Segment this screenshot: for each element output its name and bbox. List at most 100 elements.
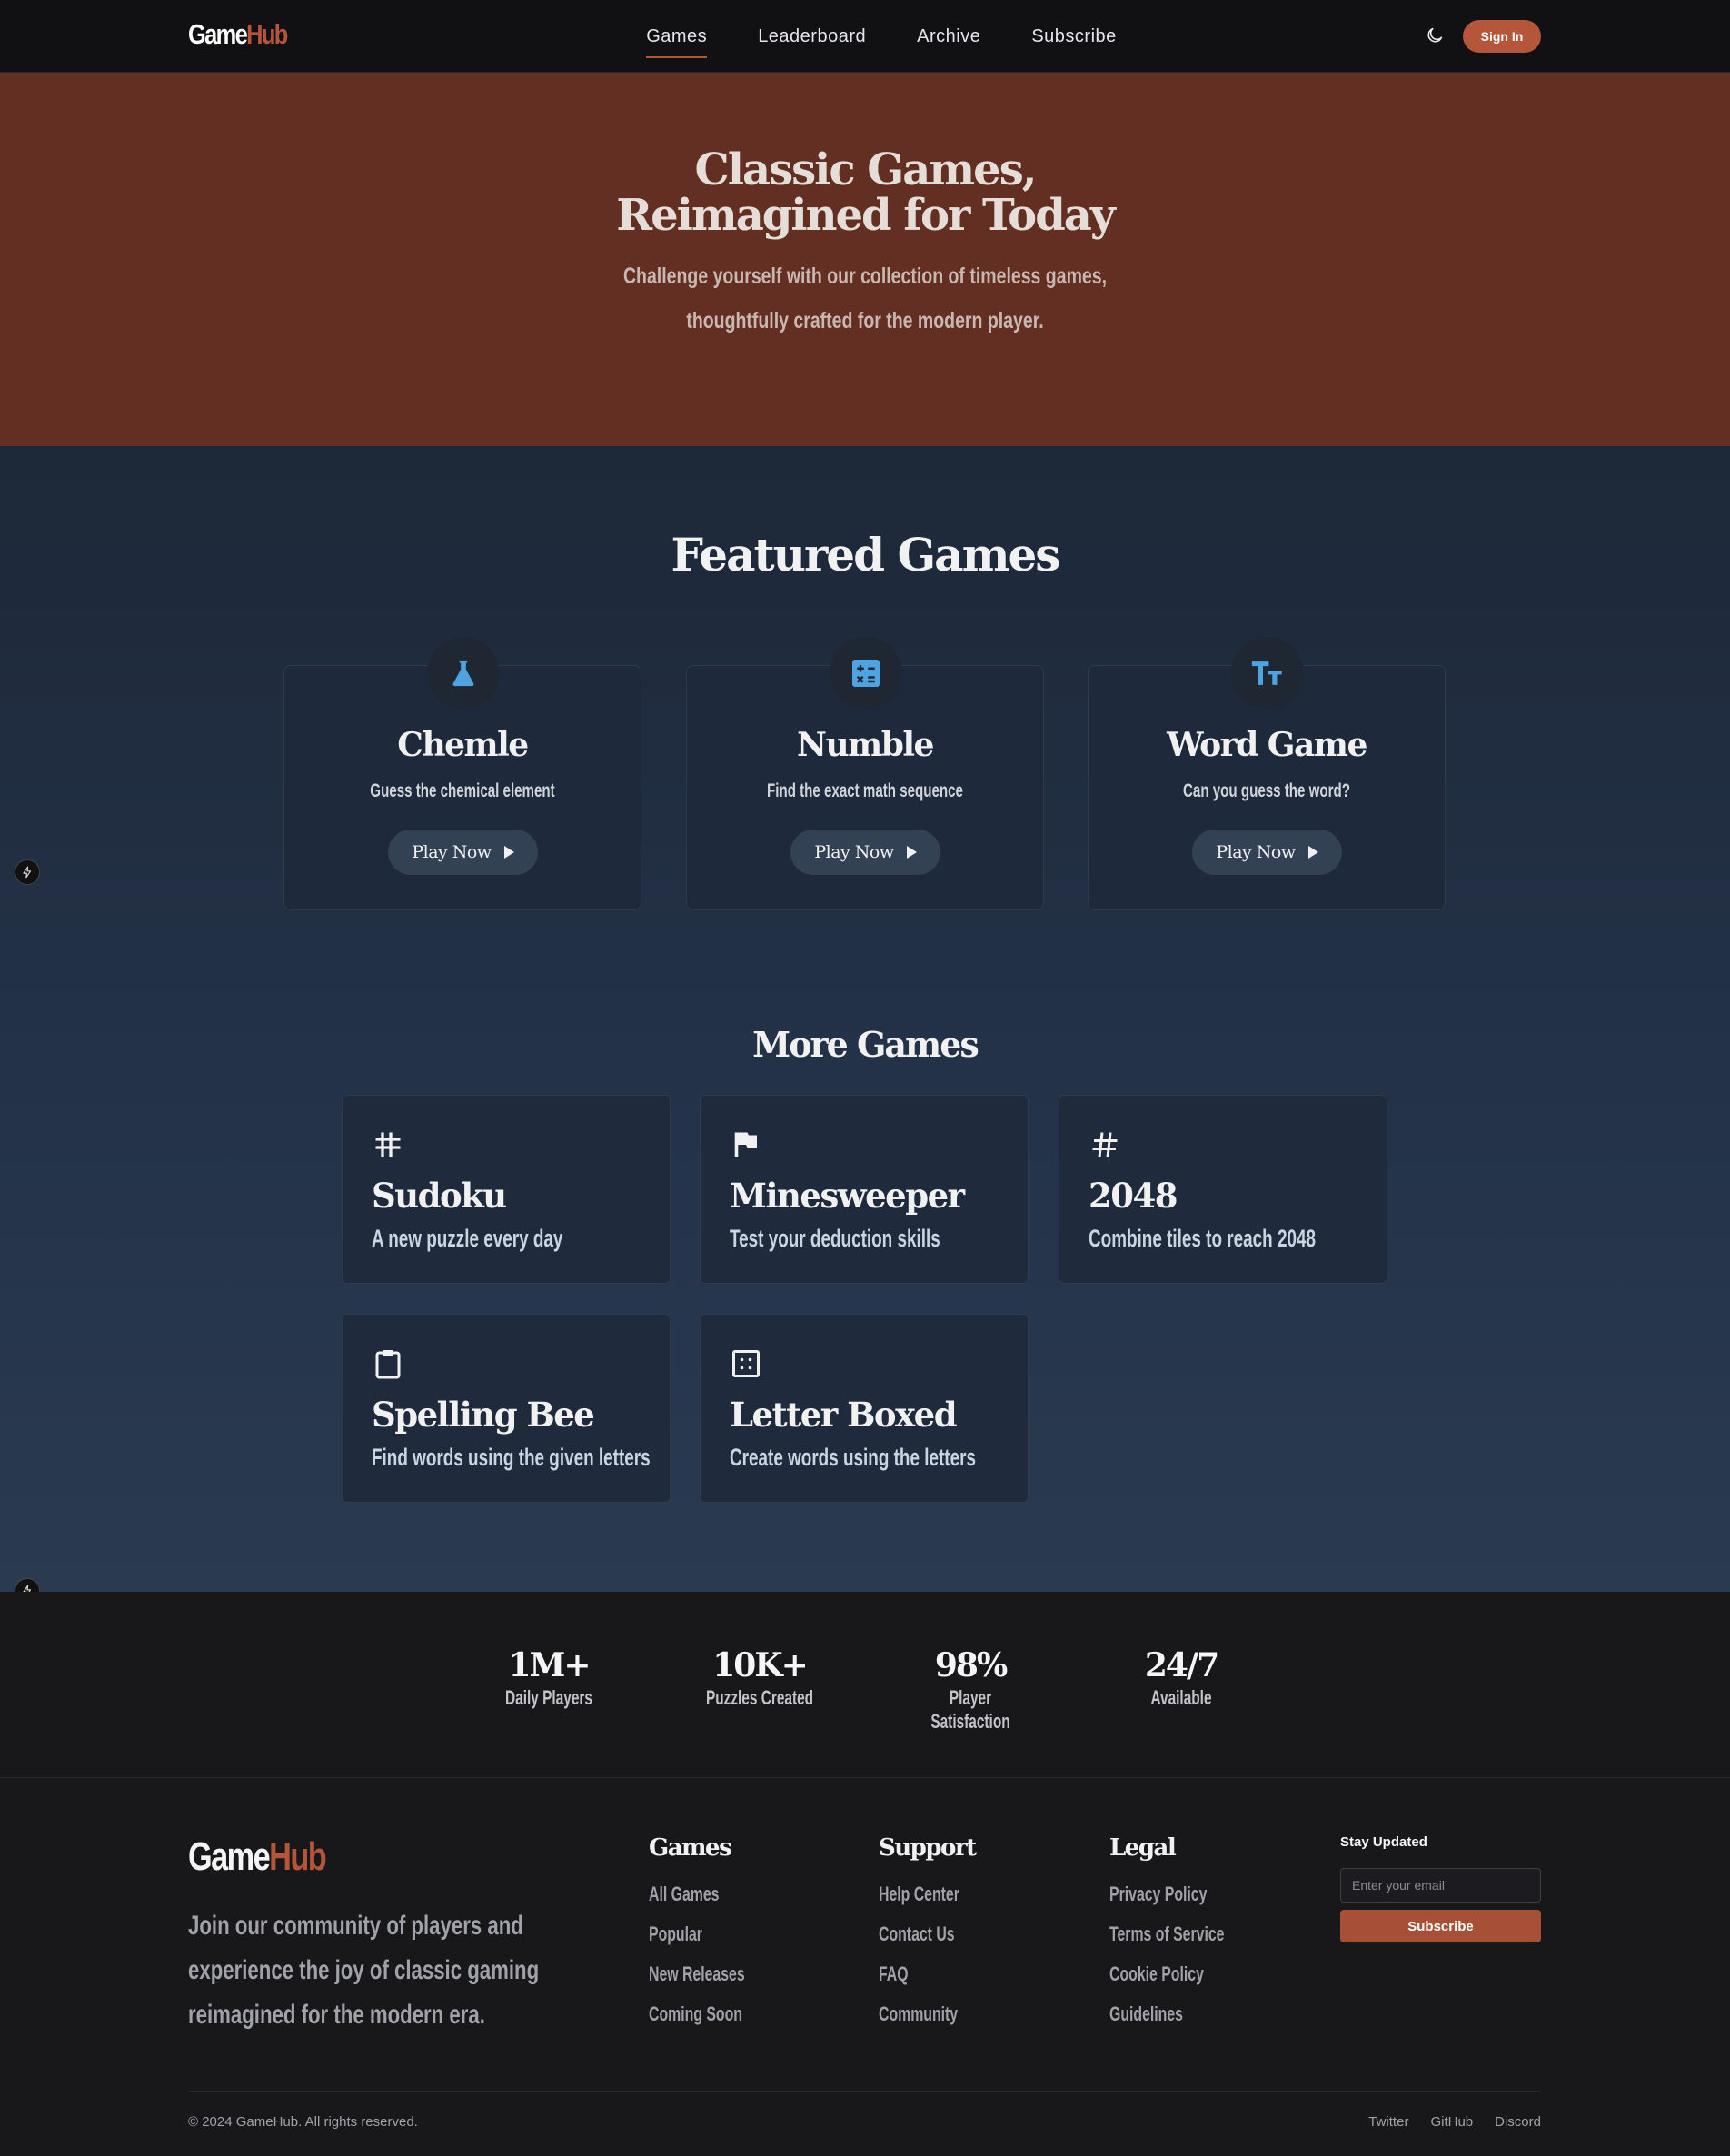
social-links: Twitter GitHub Discord <box>1368 2114 1541 2130</box>
social-link-discord[interactable]: Discord <box>1495 2114 1541 2130</box>
footer-col-title: Support <box>879 1834 977 1862</box>
play-now-button[interactable]: Play Now <box>790 830 940 875</box>
game-desc: Find words using the given letters <box>372 1444 651 1471</box>
game-card-2048[interactable]: 2048 Combine tiles to reach 2048 <box>1059 1095 1387 1284</box>
game-desc: Can you guess the word? <box>1183 780 1350 801</box>
grid-hash-icon <box>375 1132 401 1157</box>
game-desc: A new puzzle every day <box>372 1225 563 1252</box>
play-label: Play Now <box>412 842 492 862</box>
footer-link[interactable]: Terms of Service <box>1109 1914 1224 1954</box>
play-label: Play Now <box>1216 842 1296 862</box>
game-card-spelling-bee[interactable]: Spelling Bee Find words using the given … <box>342 1314 671 1503</box>
stat-label: Available <box>1150 1686 1212 1709</box>
game-name: 2048 <box>1089 1176 1178 1216</box>
footer-col-games: Games All Games Popular New Releases Com… <box>649 1834 782 2034</box>
game-name: Spelling Bee <box>372 1395 595 1435</box>
stat-value: 24/7 <box>1144 1646 1219 1684</box>
footer-col-title: Legal <box>1109 1834 1177 1862</box>
stat-label: Player Satisfaction <box>930 1686 1010 1733</box>
sign-in-button[interactable]: Sign In <box>1463 20 1541 53</box>
featured-card-chemle[interactable]: Chemle Guess the chemical element Play N… <box>283 637 641 910</box>
bolt-icon[interactable] <box>15 859 40 885</box>
footer-link[interactable]: Privacy Policy <box>1109 1874 1224 1914</box>
calculator-icon <box>830 637 902 710</box>
stat-daily-players: 1M+ Daily Players <box>467 1646 631 1710</box>
more-games-title: More Games <box>752 1024 979 1065</box>
nav-link-subscribe[interactable]: Subscribe <box>1031 21 1116 53</box>
hero-title-line2: Reimagined for Today <box>616 190 1116 241</box>
game-desc: Find the exact math sequence <box>767 780 963 801</box>
footer-col-legal: Legal Privacy Policy Terms of Service Co… <box>1109 1834 1269 2034</box>
stat-puzzles-created: 10K+ Puzzles Created <box>678 1646 841 1710</box>
footer-col-support: Support Help Center Contact Us FAQ Commu… <box>879 1834 990 2034</box>
stat-available: 24/7 Available <box>1099 1646 1263 1710</box>
games-section: Featured Games Chemle Guess the chemical… <box>0 446 1730 1604</box>
flag-icon <box>734 1132 757 1157</box>
game-name: Chemle <box>397 726 529 764</box>
game-card-sudoku[interactable]: Sudoku A new puzzle every day <box>342 1095 671 1284</box>
stat-label: Daily Players <box>505 1686 592 1709</box>
top-nav: GameHub Games Leaderboard Archive Subscr… <box>0 0 1730 73</box>
hero-subtitle: Challenge yourself with our collection o… <box>622 263 1108 333</box>
flask-icon <box>427 637 500 710</box>
featured-card-word-game[interactable]: Word Game Can you guess the word? Play N… <box>1088 637 1446 910</box>
clipboard-icon <box>375 1350 401 1379</box>
moon-icon[interactable] <box>1425 25 1445 45</box>
email-input[interactable] <box>1340 1868 1541 1903</box>
footer-link[interactable]: Guidelines <box>1109 1994 1224 2034</box>
footer-about: Join our community of players and experi… <box>188 1911 540 2030</box>
game-desc: Create words using the letters <box>730 1444 976 1471</box>
subscribe-button[interactable]: Subscribe <box>1340 1910 1541 1942</box>
social-link-twitter[interactable]: Twitter <box>1368 2114 1408 2130</box>
footer-link[interactable]: Contact Us <box>879 1914 959 1954</box>
footer: GameHub Join our community of players an… <box>0 1778 1730 2156</box>
play-icon <box>503 846 514 859</box>
stay-updated-label: Stay Updated <box>1340 1834 1427 1850</box>
footer-divider <box>188 2091 1541 2092</box>
dotted-square-icon <box>732 1350 760 1377</box>
footer-link[interactable]: FAQ <box>879 1954 959 1994</box>
social-link-github[interactable]: GitHub <box>1430 2114 1473 2130</box>
footer-link[interactable]: New Releases <box>649 1954 745 1994</box>
nav-link-archive[interactable]: Archive <box>917 21 980 53</box>
game-card-letter-boxed[interactable]: Letter Boxed Create words using the lett… <box>700 1314 1029 1503</box>
footer-link[interactable]: Help Center <box>879 1874 959 1914</box>
game-name: Letter Boxed <box>730 1395 958 1435</box>
footer-link[interactable]: Popular <box>649 1914 745 1954</box>
footer-link[interactable]: All Games <box>649 1874 745 1914</box>
footer-logo[interactable]: GameHub <box>188 1834 327 1880</box>
stat-label: Puzzles Created <box>705 1686 814 1709</box>
play-icon <box>1307 846 1318 859</box>
game-desc: Guess the chemical element <box>370 780 555 801</box>
hero-section: Classic Games, Reimagined for Today Chall… <box>0 73 1730 446</box>
stat-value: 10K+ <box>712 1646 809 1684</box>
hero-title-line1: Classic Games, <box>694 144 1038 195</box>
game-desc: Test your deduction skills <box>730 1225 940 1252</box>
game-name: Sudoku <box>372 1176 507 1216</box>
footer-link[interactable]: Cookie Policy <box>1109 1954 1224 1994</box>
game-name: Word Game <box>1167 726 1367 764</box>
game-name: Numble <box>797 726 934 764</box>
game-card-minesweeper[interactable]: Minesweeper Test your deduction skills <box>700 1095 1029 1284</box>
play-now-button[interactable]: Play Now <box>1192 830 1342 875</box>
copyright: © 2024 GameHub. All rights reserved. <box>188 2114 418 2130</box>
footer-link[interactable]: Community <box>879 1994 959 2034</box>
footer-col-title: Games <box>649 1834 732 1862</box>
stat-value: 1M+ <box>508 1646 591 1684</box>
play-now-button[interactable]: Play Now <box>388 830 538 875</box>
nav-link-leaderboard[interactable]: Leaderboard <box>758 21 866 53</box>
text-size-icon <box>1231 637 1304 710</box>
logo-text-game: Game <box>188 1834 271 1879</box>
stats-section: 1M+ Daily Players 10K+ Puzzles Created 9… <box>0 1592 1730 1778</box>
footer-link[interactable]: Coming Soon <box>649 1994 745 2034</box>
stat-player-satisfaction: 98% Player Satisfaction <box>889 1646 1052 1734</box>
play-label: Play Now <box>814 842 894 862</box>
stat-value: 98% <box>934 1646 1008 1684</box>
game-desc: Combine tiles to reach 2048 <box>1089 1225 1316 1252</box>
game-name: Minesweeper <box>730 1176 965 1216</box>
hash-icon <box>1092 1132 1118 1157</box>
featured-card-numble[interactable]: Numble Find the exact math sequence Play… <box>686 637 1044 910</box>
hero-title: Classic Games, Reimagined for Today <box>0 147 1730 238</box>
nav-link-games[interactable]: Games <box>646 21 708 58</box>
featured-title: Featured Games <box>671 528 1061 581</box>
